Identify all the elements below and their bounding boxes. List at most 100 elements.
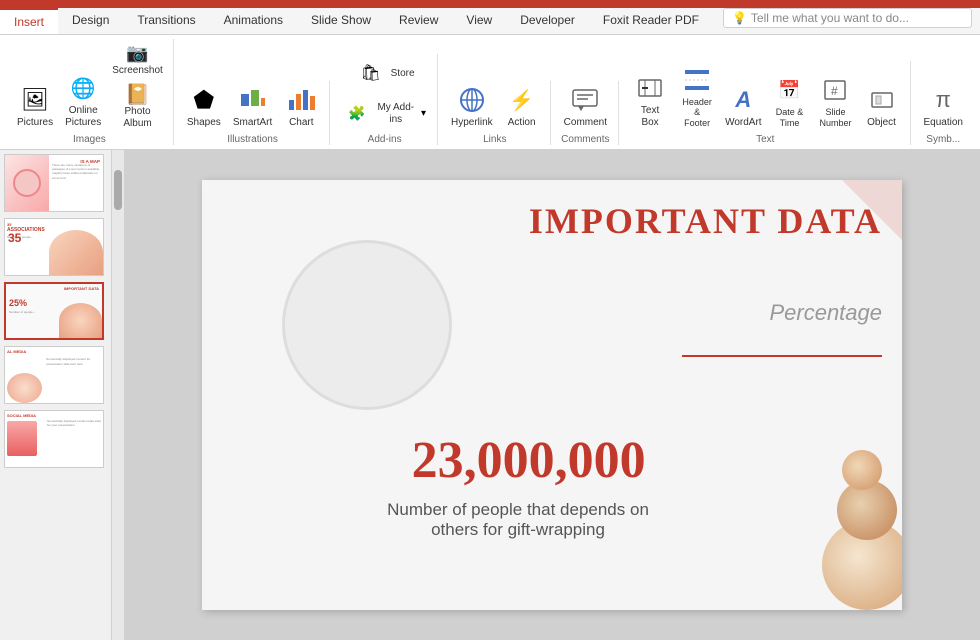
tell-me-label: Tell me what you want to do... [751,11,909,25]
photo-album-icon: 📔 [126,82,150,106]
slide-5-container: 5 SOCIAL MEDIA Numerically displayed soc… [4,410,107,468]
hyperlink-button[interactable]: Hyperlink [446,81,498,132]
online-pictures-icon: 🌐 [67,72,99,104]
object-label: Object [867,117,896,129]
tab-design[interactable]: Design [58,8,123,34]
slide-3-thumb[interactable]: IMPORTANT DATA 25% Number of people... [4,282,104,340]
store-button[interactable]: 🛍 Store [350,54,420,92]
my-addins-icon: 🧩 [343,97,370,129]
pictures-icon: 🖼 [19,84,51,116]
chart-button[interactable]: Chart [279,81,323,132]
my-addins-label: My Add-ins [375,102,417,126]
slide-number-button[interactable]: # Slide Number [814,71,858,132]
my-addins-button[interactable]: 🧩 My Add-ins ▾ [338,94,431,132]
equation-icon: π [927,84,959,116]
chart-label: Chart [289,117,313,129]
slide-number-label: Slide Number [820,107,852,129]
group-illustrations: ⬟ Shapes SmartArt Chart Illustrations [176,81,330,145]
deco-circle-3 [842,450,882,490]
action-icon: ⚡ [506,84,538,116]
action-button[interactable]: ⚡ Action [500,81,544,132]
group-addins-label: Add-ins [368,134,402,145]
slide-canvas-area: IMPORTANT DATA Percentage 23,000,000 Num… [124,150,980,640]
slide-1-container: 1 IS A MAP There are many variations of … [4,154,107,212]
date-time-button[interactable]: 📅 Date & Time [768,71,812,132]
object-button[interactable]: Object [860,81,904,132]
textbox-button[interactable]: Text Box [627,69,673,132]
header-footer-label: Header & Footer [680,97,714,129]
screenshot-label: Screenshot [112,65,163,77]
header-footer-button[interactable]: Header & Footer [675,61,719,132]
tab-foxit[interactable]: Foxit Reader PDF [589,8,713,34]
tab-slideshow[interactable]: Slide Show [297,8,385,34]
slide-2-thumb[interactable]: 35 ASSOCIATIONS Number of people... 35 [4,218,104,276]
tab-developer[interactable]: Developer [506,8,589,34]
slide-background [202,180,902,610]
photo-album-label: Photo Album [123,106,151,130]
slide-percentage-label: Percentage [769,300,882,326]
group-images-label: Images [73,134,106,145]
tab-review[interactable]: Review [385,8,452,34]
slide-description: Number of people that depends on others … [348,500,688,540]
ribbon-tabs: Insert Design Transitions Animations Sli… [0,8,980,35]
tell-me-input[interactable]: 💡 Tell me what you want to do... [723,8,972,28]
slide-3-deco [59,303,102,338]
shapes-button[interactable]: ⬟ Shapes [182,81,226,132]
slide-big-number: 23,000,000 [412,431,646,490]
group-text: Text Box Header & Footer A WordArt 📅 Dat… [621,61,911,145]
comment-button[interactable]: Comment [559,81,612,132]
wordart-icon: A [727,84,759,116]
shapes-icon: ⬟ [188,84,220,116]
slide-1-image [5,155,49,211]
slide-4-circle [7,373,42,403]
slide-5-thumb[interactable]: SOCIAL MEDIA Numerically displayed socia… [4,410,104,468]
group-symbols-label: Symb... [926,134,960,145]
pictures-label: Pictures [17,117,53,129]
slide-4-title-thumb: AL MEDIA [7,349,26,354]
photo-album-button[interactable]: 📔 Photo Album [108,80,167,132]
smartart-button[interactable]: SmartArt [228,81,277,132]
my-addins-dropdown-icon: ▾ [421,108,426,119]
slide-deco-image [812,400,902,610]
group-links-label: Links [483,134,506,145]
slide-2-container: 2 35 ASSOCIATIONS Number of people... 35 [4,218,107,276]
screenshot-icon: 📷 [126,41,150,65]
svg-text:#: # [831,84,838,98]
slide-3-container: 3 IMPORTANT DATA 25% Number of people... [4,282,107,340]
tab-view[interactable]: View [452,8,506,34]
wordart-button[interactable]: A WordArt [721,81,765,132]
hyperlink-icon [456,84,488,116]
slide-panel: 1 IS A MAP There are many variations of … [0,150,112,640]
slide-4-thumb[interactable]: AL MEDIA Numerically displayed content f… [4,346,104,404]
smartart-label: SmartArt [233,117,272,129]
object-icon [866,84,898,116]
comment-label: Comment [564,117,607,129]
tab-transitions[interactable]: Transitions [123,8,209,34]
scrollbar-vertical[interactable] [112,150,124,640]
group-illustrations-label: Illustrations [227,134,278,145]
slide-1-thumb[interactable]: IS A MAP There are many variations of pa… [4,154,104,212]
slide-4-container: 4 AL MEDIA Numerically displayed content… [4,346,107,404]
screenshot-button[interactable]: 📷 Screenshot [108,39,167,79]
date-time-label: Date & Time [776,107,804,129]
slide-canvas: IMPORTANT DATA Percentage 23,000,000 Num… [202,180,902,610]
comment-icon [569,84,601,116]
slide-decorative-line [682,355,882,357]
tab-animations[interactable]: Animations [210,8,297,34]
group-symbols: π Equation Symb... [913,81,974,145]
shapes-label: Shapes [187,117,221,129]
ribbon-content: 🖼 Pictures 🌐 Online Pictures 📷 Screensho… [0,35,980,150]
group-comments-label: Comments [561,134,609,145]
scrollbar-thumb[interactable] [114,170,122,210]
tab-insert[interactable]: Insert [0,8,58,34]
store-icon: 🛍 [355,57,387,89]
slide-number-icon: # [820,74,852,106]
pictures-button[interactable]: 🖼 Pictures [12,81,58,132]
slide-5-title-thumb: SOCIAL MEDIA [7,413,36,418]
hyperlink-label: Hyperlink [451,117,493,129]
group-images: 🖼 Pictures 🌐 Online Pictures 📷 Screensho… [6,39,174,145]
online-pictures-button[interactable]: 🌐 Online Pictures [60,69,106,132]
slide-3-sub: Number of people... [9,310,35,314]
ribbon-accent [0,0,980,8]
equation-button[interactable]: π Equation [919,81,968,132]
